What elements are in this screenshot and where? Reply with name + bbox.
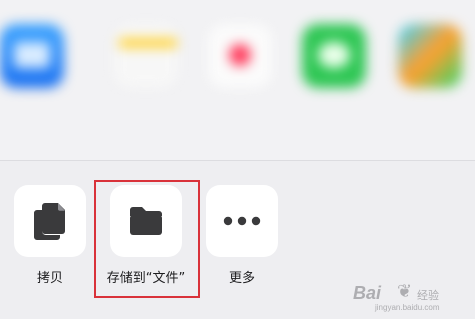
watermark-brand: Bai	[353, 283, 382, 303]
copy-action[interactable]: 拷贝	[14, 185, 86, 305]
share-app-label	[0, 108, 70, 134]
video-app-icon	[398, 24, 462, 88]
share-app-mail[interactable]	[0, 16, 76, 146]
health-icon	[208, 24, 272, 88]
share-app-health[interactable]	[196, 16, 284, 146]
more-action[interactable]: 更多	[206, 185, 278, 305]
app-share-row	[0, 0, 475, 161]
paw-icon: ❦	[397, 281, 413, 301]
wechat-icon	[302, 24, 366, 88]
watermark-url: jingyan.baidu.com	[375, 303, 440, 312]
annotation-highlight-box	[94, 180, 200, 298]
share-app-label	[202, 108, 278, 134]
share-app-label	[296, 108, 372, 134]
share-app-video[interactable]	[386, 16, 474, 146]
more-action-tile[interactable]	[206, 185, 278, 257]
app-share-row-background	[0, 0, 475, 161]
copy-action-tile[interactable]	[14, 185, 86, 257]
more-action-label: 更多	[228, 271, 255, 286]
watermark-sub: 经验	[417, 290, 439, 302]
share-app-label	[108, 108, 184, 134]
share-app-notes[interactable]	[102, 16, 190, 146]
more-icon	[223, 216, 261, 226]
baidu-jingyan-watermark: Bai ❦ 经验 jingyan.baidu.com	[353, 281, 465, 313]
share-app-wechat[interactable]	[290, 16, 378, 146]
share-app-label	[392, 108, 468, 134]
copy-icon	[34, 203, 65, 240]
mail-icon	[0, 24, 64, 88]
notes-icon	[114, 24, 178, 88]
